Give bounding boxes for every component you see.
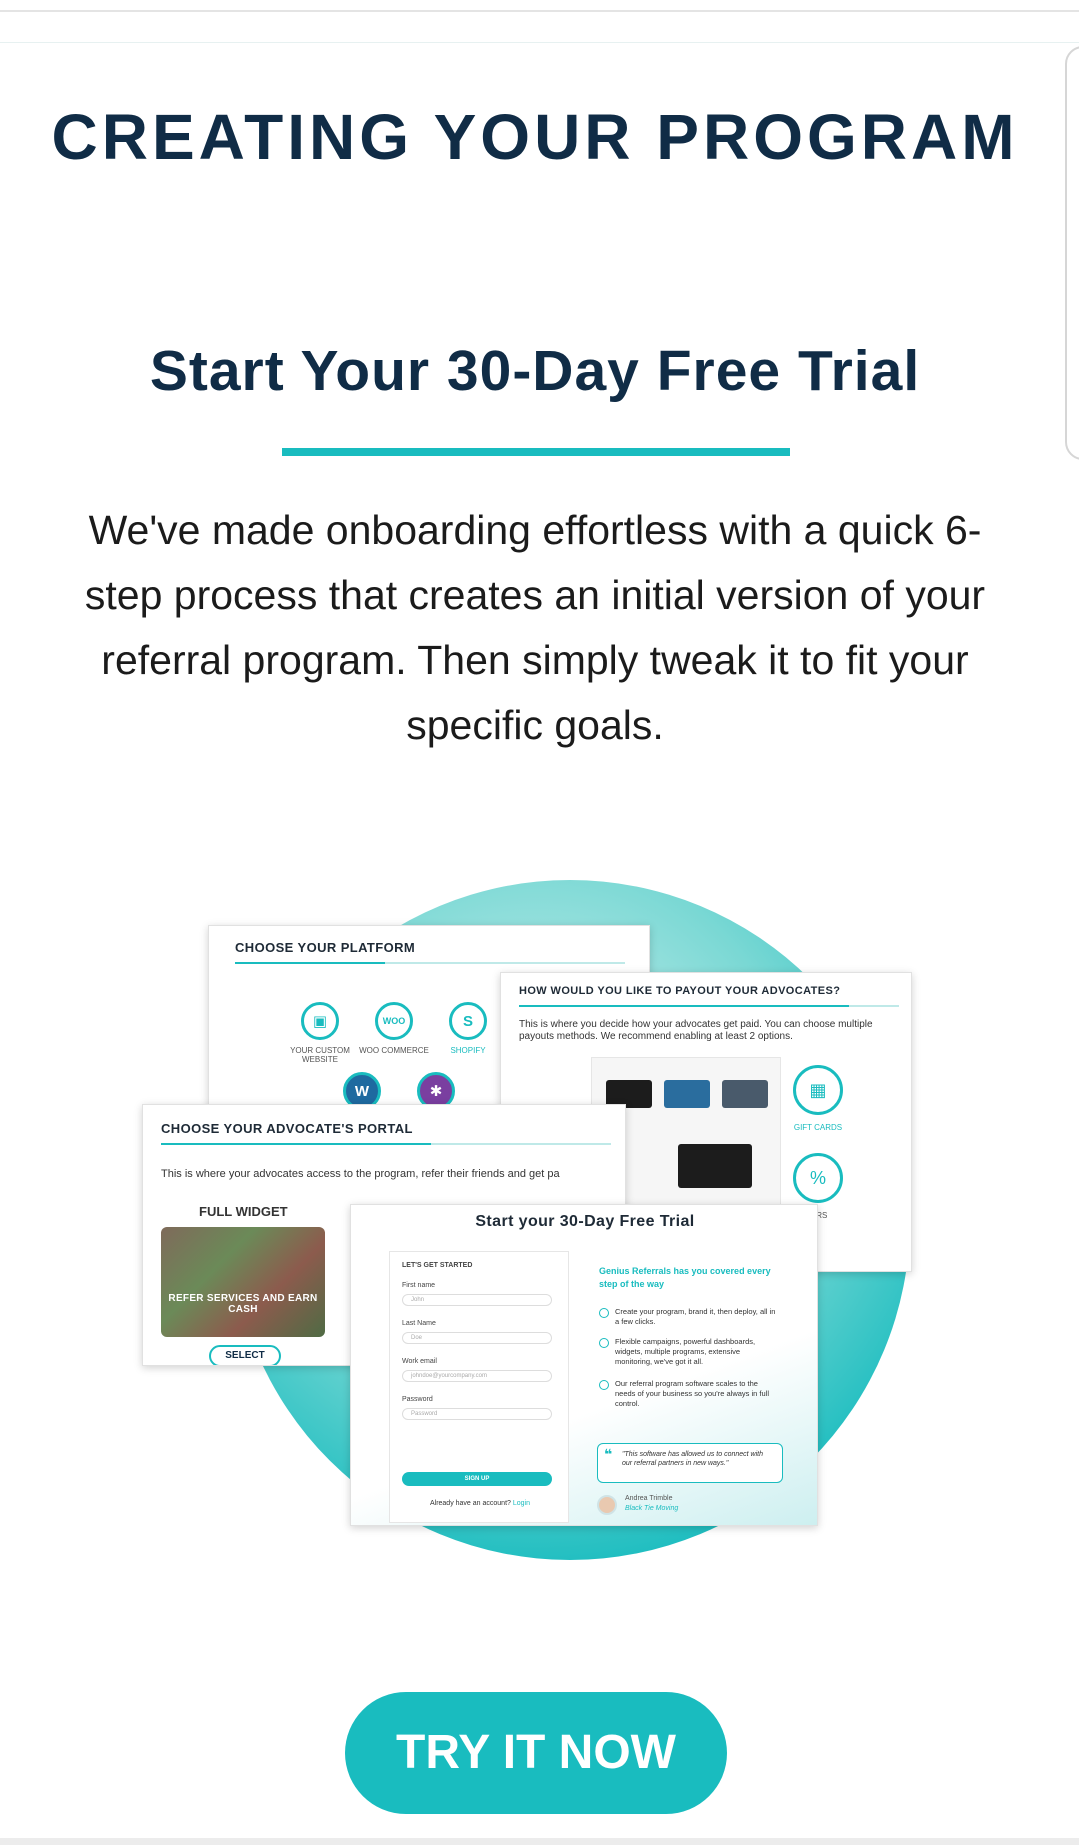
signup-button[interactable]: SIGN UP — [402, 1472, 552, 1486]
gift-cards-icon: ▦ — [793, 1065, 843, 1115]
benefit-bullet-3: Our referral program software scales to … — [599, 1379, 779, 1409]
widget-banner-text: REFER SERVICES AND EARN CASH — [168, 1293, 318, 1315]
first-name-label: First name — [402, 1282, 436, 1289]
platform-label-shopify: SHOPIFY — [450, 1046, 486, 1055]
gift-cards-label: GIFT CARDS — [793, 1123, 843, 1132]
platform-card-title: CHOOSE YOUR PLATFORM — [235, 940, 416, 955]
password-field[interactable]: Password — [402, 1408, 552, 1420]
payout-card-text: This is where you decide how your advoca… — [519, 1019, 873, 1042]
benefit-bullet-2: Flexible campaigns, powerful dashboards,… — [599, 1337, 779, 1367]
woocommerce-icon: WOO — [375, 1002, 413, 1040]
testimonial-quote: ❝ "This software has allowed us to conne… — [597, 1443, 783, 1483]
first-name-field[interactable]: John — [402, 1294, 552, 1306]
section-divider — [0, 42, 1079, 43]
platform-label-website: YOUR CUSTOM WEBSITE — [290, 1046, 350, 1064]
page-title: CREATING YOUR PROGRAM — [51, 101, 1019, 173]
work-email-field[interactable]: johndoe@yourcompany.com — [402, 1370, 552, 1382]
onboarding-illustration: CHOOSE YOUR PLATFORM ▣ YOUR CUSTOM WEBSI… — [0, 860, 1079, 1580]
quote-author: Andrea Trimble — [625, 1495, 673, 1502]
work-email-label: Work email — [402, 1358, 437, 1365]
login-prompt: Already have an account? Login — [390, 1500, 570, 1507]
gift-card-2 — [664, 1080, 710, 1108]
gift-card-3 — [722, 1080, 768, 1108]
vouchers-icon: % — [793, 1153, 843, 1203]
benefit-bullet-1: Create your program, brand it, then depl… — [599, 1307, 779, 1327]
website-icon: ▣ — [301, 1002, 339, 1040]
section-subtitle: Start Your 30-Day Free Trial — [149, 339, 921, 403]
last-name-label: Last Name — [402, 1320, 436, 1327]
quote-company: Black Tie Moving — [625, 1505, 679, 1512]
free-trial-card: Start your 30-Day Free Trial LET'S GET S… — [350, 1204, 818, 1526]
portal-card-title: CHOOSE YOUR ADVOCATE'S PORTAL — [161, 1121, 413, 1136]
payout-card-title: HOW WOULD YOU LIKE TO PAYOUT YOUR ADVOCA… — [519, 985, 841, 997]
quote-mark-icon: ❝ — [604, 1446, 613, 1462]
full-widget-label: FULL WIDGET — [199, 1204, 288, 1219]
login-prompt-text: Already have an account? — [429, 1500, 511, 1507]
password-label: Password — [402, 1396, 433, 1403]
quote-text: "This software has allowed us to connect… — [622, 1451, 763, 1467]
select-widget-button[interactable]: SELECT — [209, 1345, 281, 1365]
login-link[interactable]: Login — [513, 1500, 530, 1507]
signup-form-preview: LET'S GET STARTED First name John Last N… — [389, 1251, 569, 1523]
platform-label-woocommerce: WOO COMMERCE — [359, 1046, 429, 1055]
aside-title: Genius Referrals has you covered every s… — [599, 1266, 771, 1289]
portal-card-rule — [161, 1143, 611, 1145]
description-text: We've made onboarding effortless with a … — [84, 507, 986, 748]
trial-card-title: Start your 30-Day Free Trial — [475, 1213, 695, 1230]
page: CREATING YOUR PROGRAM Start Your 30-Day … — [0, 0, 1079, 1845]
avatar — [597, 1495, 617, 1515]
subtitle-underline — [282, 448, 790, 456]
top-divider — [0, 10, 1079, 12]
payout-card-rule — [519, 1005, 899, 1007]
amazon-gift-card-large — [678, 1144, 752, 1188]
bottom-divider — [0, 1838, 1079, 1845]
shopify-icon: S — [449, 1002, 487, 1040]
form-title: LET'S GET STARTED — [402, 1262, 473, 1269]
try-it-now-button[interactable]: TRY IT NOW — [345, 1692, 727, 1814]
last-name-field[interactable]: Doe — [402, 1332, 552, 1344]
widget-preview-image: REFER SERVICES AND EARN CASH — [161, 1227, 325, 1337]
platform-card-rule — [235, 962, 625, 964]
portal-card-text: This is where your advocates access to t… — [161, 1168, 560, 1180]
